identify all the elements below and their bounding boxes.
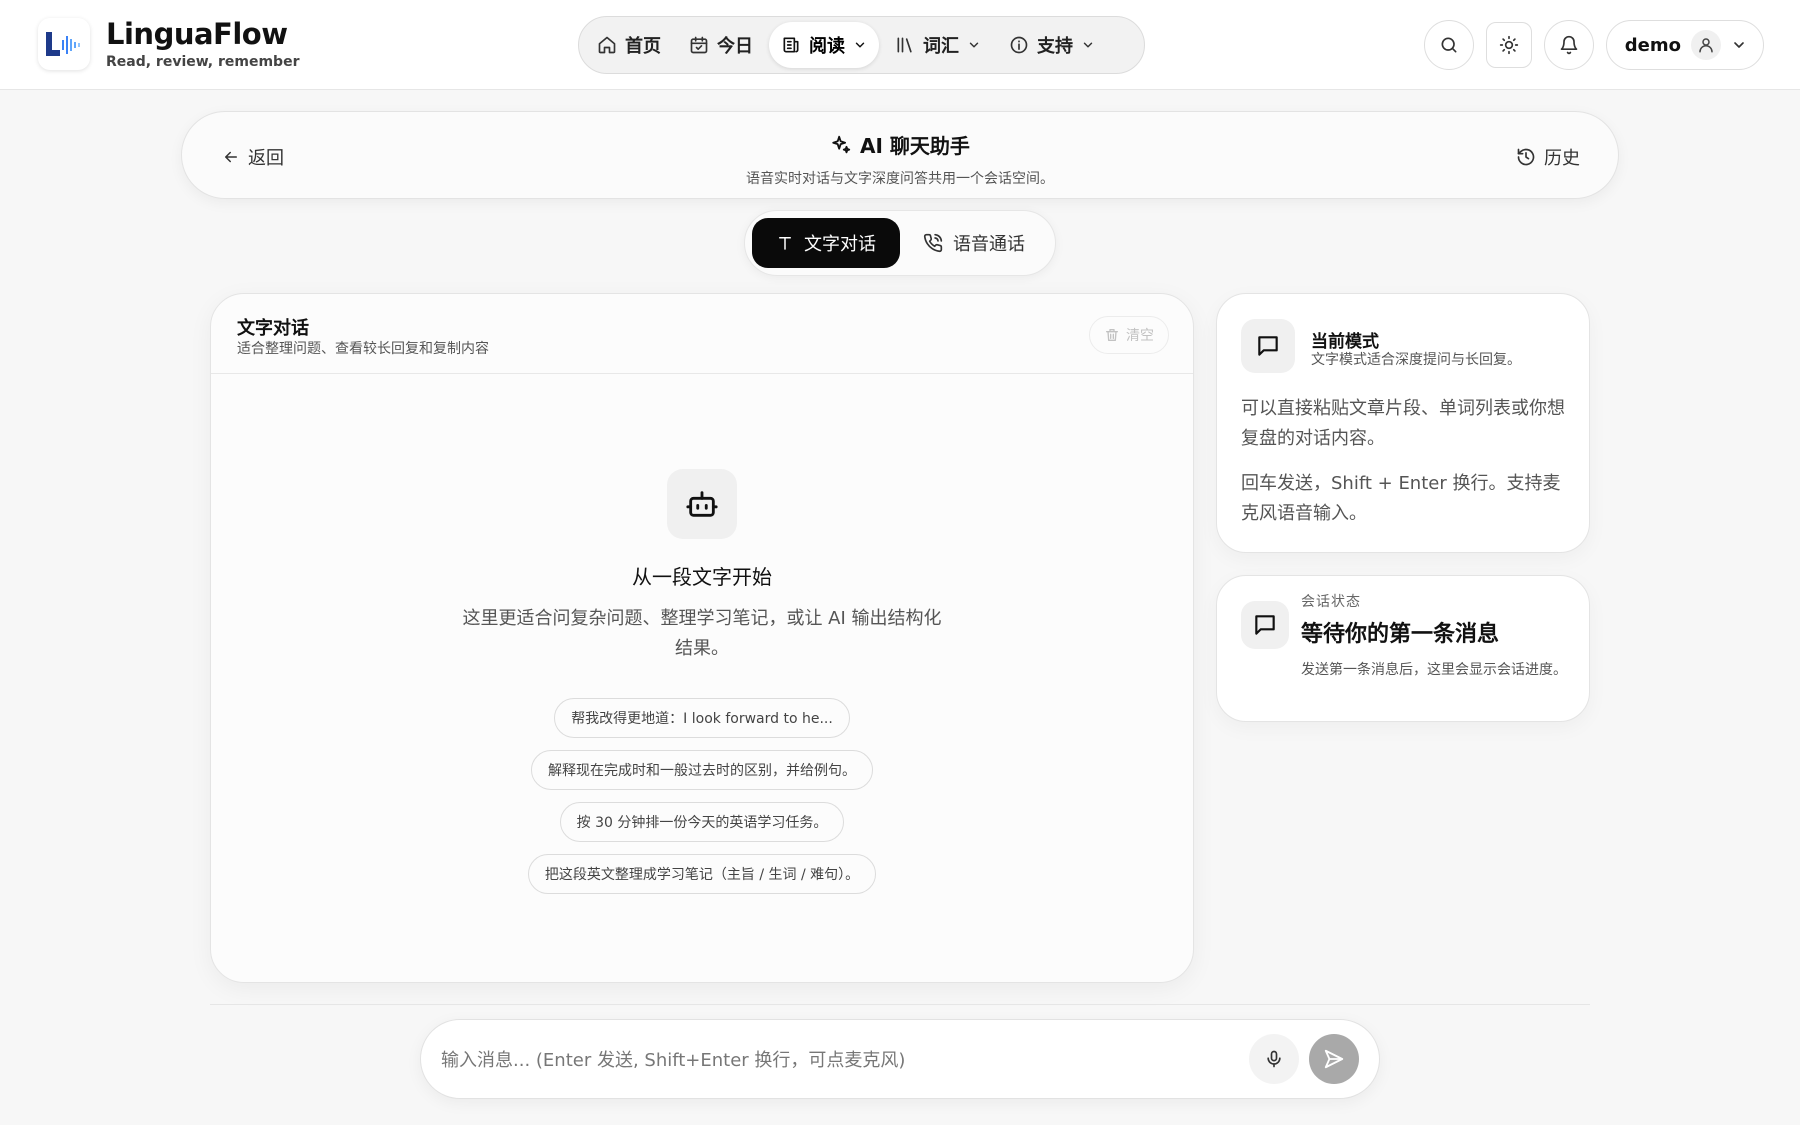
history-label: 历史 bbox=[1544, 148, 1580, 169]
empty-state: 从一段文字开始 这里更适合问复杂问题、整理学习笔记，或让 AI 输出结构化结果。… bbox=[211, 469, 1193, 894]
history-button[interactable]: 历史 bbox=[1516, 144, 1580, 170]
tab-label: 语音通话 bbox=[953, 234, 1025, 255]
history-icon bbox=[1517, 148, 1535, 166]
nav-item-home[interactable]: 首页 bbox=[585, 22, 673, 68]
bot-icon bbox=[686, 491, 718, 517]
trash-icon bbox=[1106, 329, 1118, 341]
page-title: AI 聊天助手 bbox=[860, 134, 970, 158]
search-icon bbox=[1441, 37, 1457, 53]
send-icon bbox=[1324, 1049, 1344, 1069]
chevron-down-icon bbox=[855, 42, 865, 48]
mode-card-paragraph: 回车发送，Shift + Enter 换行。支持麦克风语音输入。 bbox=[1241, 473, 1561, 524]
mode-card-paragraph: 可以直接粘贴文章片段、单词列表或你想复盘的对话内容。 bbox=[1241, 398, 1565, 449]
search-button[interactable] bbox=[1423, 20, 1474, 70]
bot-icon-box bbox=[667, 469, 737, 539]
status-description: 发送第一条消息后，这里会显示会话进度。 bbox=[1301, 662, 1567, 678]
main-nav: 首页 今日 阅读 词汇 支持 bbox=[578, 16, 1145, 74]
nav-item-label: 今日 bbox=[717, 36, 753, 57]
chat-panel-header: 文字对话 适合整理问题、查看较长回复和复制内容 清空 bbox=[211, 294, 1193, 374]
theme-toggle-button[interactable] bbox=[1485, 22, 1532, 68]
chevron-down-icon bbox=[1083, 42, 1093, 48]
tab-label: 文字对话 bbox=[804, 234, 876, 255]
suggestion-chip[interactable]: 把这段英文整理成学习笔记（主旨 / 生词 / 难句）。 bbox=[527, 854, 877, 894]
chat-bubble-icon-box bbox=[1241, 601, 1289, 649]
nav-item-label: 阅读 bbox=[809, 36, 845, 57]
nav-item-reading[interactable]: 阅读 bbox=[769, 22, 879, 68]
avatar bbox=[1691, 30, 1721, 60]
clear-button[interactable]: 清空 bbox=[1089, 316, 1169, 354]
app-name: LinguaFlow bbox=[106, 17, 288, 51]
newspaper-icon bbox=[783, 37, 799, 53]
empty-state-description: 这里更适合问复杂问题、整理学习笔记，或让 AI 输出结构化结果。 bbox=[462, 608, 942, 659]
phone-call-icon bbox=[923, 233, 943, 253]
status-label: 会话状态 bbox=[1301, 594, 1361, 610]
chat-title: 文字对话 bbox=[237, 318, 309, 339]
message-composer bbox=[420, 1019, 1380, 1099]
suggestion-chip[interactable]: 帮我改得更地道：I look forward to he... bbox=[554, 698, 850, 738]
library-icon bbox=[897, 37, 912, 53]
header-actions: demo bbox=[1423, 20, 1764, 70]
mode-card-subtitle: 文字模式适合深度提问与长回复。 bbox=[1311, 352, 1521, 368]
nav-item-today[interactable]: 今日 bbox=[677, 22, 765, 68]
brand[interactable]: LinguaFlow Read, review, remember bbox=[38, 18, 299, 70]
status-value: 等待你的第一条消息 bbox=[1301, 622, 1500, 647]
calendar-check-icon bbox=[690, 36, 708, 54]
nav-item-label: 首页 bbox=[625, 36, 661, 57]
nav-item-label: 词汇 bbox=[923, 36, 959, 57]
user-name: demo bbox=[1624, 34, 1681, 56]
tab-text-chat[interactable]: 文字对话 bbox=[752, 218, 900, 268]
bell-icon bbox=[1560, 35, 1578, 55]
empty-state-title: 从一段文字开始 bbox=[632, 565, 772, 589]
tab-voice-call[interactable]: 语音通话 bbox=[904, 218, 1044, 268]
microphone-button[interactable] bbox=[1249, 1034, 1299, 1084]
chat-panel: 文字对话 适合整理问题、查看较长回复和复制内容 清空 从一段文字开始 这里更适合… bbox=[210, 293, 1194, 983]
info-icon bbox=[1010, 36, 1028, 54]
logo-icon bbox=[38, 18, 90, 70]
chat-subtitle: 适合整理问题、查看较长回复和复制内容 bbox=[237, 341, 489, 357]
user-menu-button[interactable]: demo bbox=[1605, 20, 1764, 70]
notifications-button[interactable] bbox=[1543, 20, 1594, 70]
page-subtitle: 语音实时对话与文字深度问答共用一个会话空间。 bbox=[746, 170, 1054, 187]
chat-bubble-icon-box bbox=[1241, 319, 1295, 373]
clear-label: 清空 bbox=[1126, 328, 1154, 344]
message-square-icon bbox=[1258, 336, 1278, 356]
user-icon bbox=[1699, 38, 1713, 53]
suggestion-chip[interactable]: 按 30 分钟排一份今天的英语学习任务。 bbox=[559, 802, 845, 842]
text-icon bbox=[779, 237, 791, 250]
nav-item-label: 支持 bbox=[1037, 36, 1073, 57]
sparkles-icon bbox=[832, 135, 851, 153]
sun-icon bbox=[1499, 35, 1518, 55]
send-button[interactable] bbox=[1309, 1034, 1359, 1084]
mode-toggle: 文字对话 语音通话 bbox=[744, 210, 1056, 276]
app-tagline: Read, review, remember bbox=[106, 54, 300, 70]
microphone-icon bbox=[1267, 1050, 1281, 1068]
home-icon bbox=[598, 36, 616, 54]
page-titlebar: 返回 AI 聊天助手 语音实时对话与文字深度问答共用一个会话空间。 历史 bbox=[181, 111, 1619, 199]
suggestion-list: 帮我改得更地道：I look forward to he... 解释现在完成时和… bbox=[211, 698, 1193, 894]
nav-item-vocabulary[interactable]: 词汇 bbox=[883, 22, 993, 68]
composer-divider bbox=[210, 1004, 1590, 1005]
chevron-down-icon bbox=[1734, 42, 1744, 48]
current-mode-card: 当前模式 文字模式适合深度提问与长回复。 可以直接粘贴文章片段、单词列表或你想复… bbox=[1216, 293, 1590, 553]
nav-item-support[interactable]: 支持 bbox=[997, 22, 1107, 68]
session-status-card: 会话状态 等待你的第一条消息 发送第一条消息后，这里会显示会话进度。 bbox=[1216, 575, 1590, 722]
chevron-down-icon bbox=[969, 42, 979, 48]
message-input[interactable] bbox=[441, 1040, 1221, 1080]
top-header: LinguaFlow Read, review, remember 首页 今日 … bbox=[0, 0, 1800, 90]
suggestion-chip[interactable]: 解释现在完成时和一般过去时的区别，并给例句。 bbox=[531, 750, 873, 790]
message-square-icon bbox=[1255, 615, 1275, 635]
